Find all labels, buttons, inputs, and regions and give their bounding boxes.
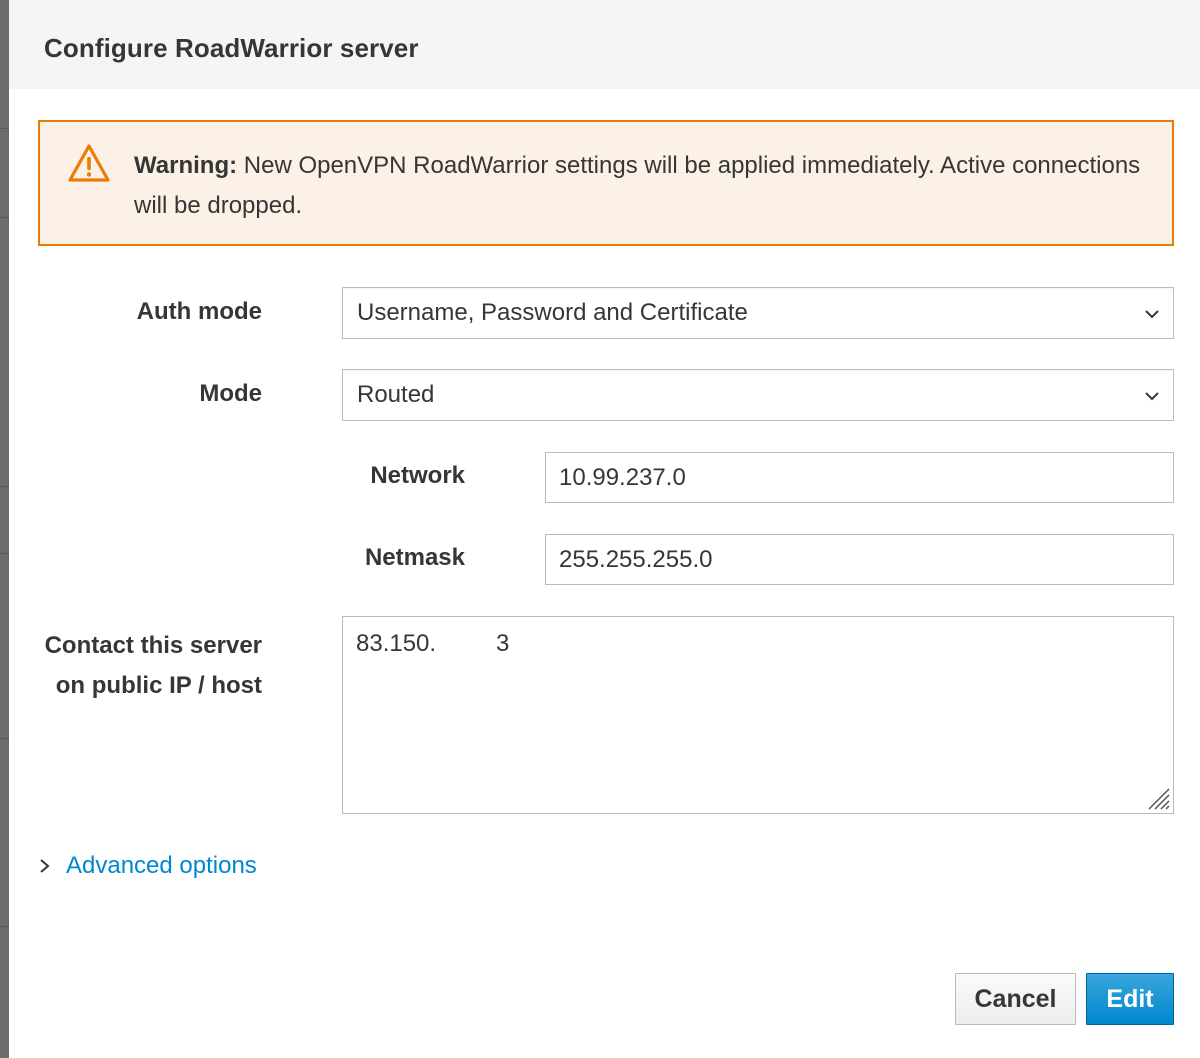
network-value: 10.99.237.0: [559, 464, 686, 491]
configure-server-dialog: Configure RoadWarrior server Warning: Ne…: [9, 0, 1200, 1058]
chevron-down-icon: [1145, 310, 1159, 319]
chevron-right-icon: [40, 859, 50, 873]
advanced-options-toggle[interactable]: Advanced options: [38, 849, 257, 883]
page-backdrop: [0, 0, 9, 1058]
backdrop-divider: [0, 738, 9, 739]
backdrop-divider: [0, 128, 9, 129]
warning-alert: Warning: New OpenVPN RoadWarrior setting…: [38, 120, 1174, 246]
public-host-label: Contact this server on public IP / host: [45, 626, 262, 706]
public-host-label-line2: on public IP / host: [55, 672, 262, 699]
warning-triangle-icon: [68, 144, 110, 182]
dialog-title: Configure RoadWarrior server: [44, 33, 419, 63]
warning-prefix: Warning:: [134, 152, 238, 179]
mode-select[interactable]: Routed: [342, 369, 1174, 421]
backdrop-divider: [0, 926, 9, 927]
resize-handle-icon[interactable]: [1145, 785, 1171, 811]
auth-mode-label: Auth mode: [136, 298, 262, 325]
network-label: Network: [370, 462, 465, 489]
advanced-options-label: Advanced options: [66, 852, 257, 879]
public-host-label-line1: Contact this server: [44, 632, 262, 659]
netmask-value: 255.255.255.0: [559, 546, 713, 573]
warning-message: Warning: New OpenVPN RoadWarrior setting…: [134, 146, 1144, 226]
public-host-textarea[interactable]: 83.150. 3: [342, 616, 1174, 814]
warning-body: New OpenVPN RoadWarrior settings will be…: [134, 152, 1141, 219]
chevron-down-icon: [1145, 392, 1159, 401]
mode-value: Routed: [357, 381, 435, 408]
auth-mode-value: Username, Password and Certificate: [357, 299, 748, 326]
backdrop-divider: [0, 553, 9, 554]
backdrop-divider: [0, 217, 9, 218]
dialog-header: Configure RoadWarrior server: [9, 0, 1200, 89]
cancel-button[interactable]: Cancel: [955, 973, 1076, 1025]
netmask-label: Netmask: [364, 544, 465, 571]
netmask-input[interactable]: 255.255.255.0: [545, 534, 1174, 585]
mode-label: Mode: [199, 380, 262, 407]
auth-mode-select[interactable]: Username, Password and Certificate: [342, 287, 1174, 339]
backdrop-divider: [0, 486, 9, 487]
public-host-value: 83.150.: [356, 630, 437, 657]
network-input[interactable]: 10.99.237.0: [545, 452, 1174, 503]
edit-button[interactable]: Edit: [1086, 973, 1174, 1025]
public-host-value-tail: 3: [496, 630, 510, 657]
